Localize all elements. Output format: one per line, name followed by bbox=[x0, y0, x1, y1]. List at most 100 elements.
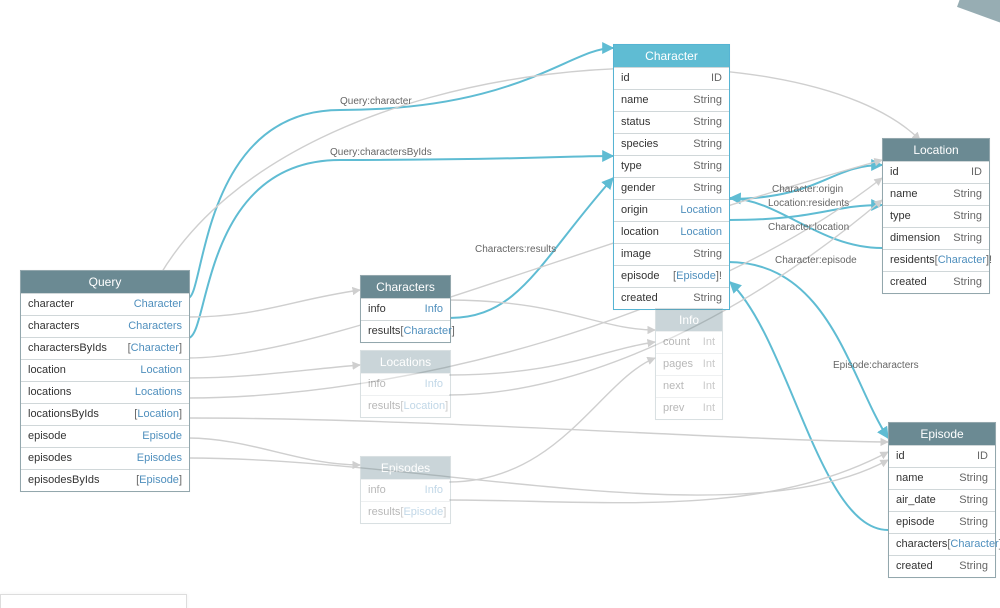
entity-title: Locations bbox=[361, 351, 450, 373]
field-row[interactable]: prevInt bbox=[656, 397, 722, 419]
field-row[interactable]: air_dateString bbox=[889, 489, 995, 511]
field-name: residents bbox=[890, 253, 935, 268]
field-name: episodes bbox=[28, 451, 72, 466]
field-name: episode bbox=[621, 269, 660, 284]
field-row[interactable]: idID bbox=[883, 161, 989, 183]
entity-title: Info bbox=[656, 309, 722, 331]
field-name: location bbox=[621, 225, 659, 240]
field-row[interactable]: episodeString bbox=[889, 511, 995, 533]
edge-label: Query:character bbox=[340, 96, 412, 107]
edge-label: Characters:results bbox=[475, 244, 556, 255]
field-name: next bbox=[663, 379, 684, 394]
field-name: type bbox=[890, 209, 911, 224]
field-row[interactable]: episodesEpisodes bbox=[21, 447, 189, 469]
field-name: dimension bbox=[890, 231, 940, 246]
field-row[interactable]: locationsByIds[Location] bbox=[21, 403, 189, 425]
field-row[interactable]: typeString bbox=[614, 155, 729, 177]
field-row[interactable]: infoInfo bbox=[361, 479, 450, 501]
field-row[interactable]: imageString bbox=[614, 243, 729, 265]
field-row[interactable]: countInt bbox=[656, 331, 722, 353]
field-row[interactable]: createdString bbox=[889, 555, 995, 577]
entity-title: Location bbox=[883, 139, 989, 161]
field-row[interactable]: infoInfo bbox=[361, 373, 450, 395]
entity-info[interactable]: InfocountIntpagesIntnextIntprevInt bbox=[655, 308, 723, 420]
entity-characters[interactable]: CharactersinfoInforesults[Character] bbox=[360, 275, 451, 343]
field-row[interactable]: charactersByIds[Character] bbox=[21, 337, 189, 359]
field-row[interactable]: episodeEpisode bbox=[21, 425, 189, 447]
field-name: episodesByIds bbox=[28, 473, 100, 488]
field-name: name bbox=[890, 187, 918, 202]
field-row[interactable]: episode[Episode]! bbox=[614, 265, 729, 287]
field-name: name bbox=[896, 471, 924, 486]
entity-locations[interactable]: LocationsinfoInforesults[Location] bbox=[360, 350, 451, 418]
edge-label: Episode:characters bbox=[833, 360, 919, 371]
field-row[interactable]: episodesByIds[Episode] bbox=[21, 469, 189, 491]
field-row[interactable]: residents[Character]! bbox=[883, 249, 989, 271]
field-name: episode bbox=[896, 515, 935, 530]
field-name: info bbox=[368, 302, 386, 317]
edge-label: Location:residents bbox=[768, 198, 849, 209]
field-name: locations bbox=[28, 385, 71, 400]
field-name: origin bbox=[621, 203, 648, 218]
field-row[interactable]: results[Location] bbox=[361, 395, 450, 417]
field-row[interactable]: dimensionString bbox=[883, 227, 989, 249]
field-name: pages bbox=[663, 357, 693, 372]
field-name: type bbox=[621, 159, 642, 174]
entity-episode[interactable]: EpisodeidIDnameStringair_dateStringepiso… bbox=[888, 422, 996, 578]
entity-title: Characters bbox=[361, 276, 450, 298]
field-row[interactable]: infoInfo bbox=[361, 298, 450, 320]
field-row[interactable]: createdString bbox=[883, 271, 989, 293]
entity-location[interactable]: LocationidIDnameStringtypeStringdimensio… bbox=[882, 138, 990, 294]
field-row[interactable]: locationLocation bbox=[614, 221, 729, 243]
entity-title: Episode bbox=[889, 423, 995, 445]
field-name: locationsByIds bbox=[28, 407, 99, 422]
field-name: created bbox=[890, 275, 927, 290]
edge-label: Character:episode bbox=[775, 255, 857, 266]
field-row[interactable]: nameString bbox=[883, 183, 989, 205]
field-name: id bbox=[896, 449, 905, 464]
field-row[interactable]: locationsLocations bbox=[21, 381, 189, 403]
field-row[interactable]: pagesInt bbox=[656, 353, 722, 375]
edge-label: Character:location bbox=[768, 222, 849, 233]
field-row[interactable]: nextInt bbox=[656, 375, 722, 397]
field-name: image bbox=[621, 247, 651, 262]
field-row[interactable]: charactersCharacters bbox=[21, 315, 189, 337]
field-name: character bbox=[28, 297, 74, 312]
field-row[interactable]: speciesString bbox=[614, 133, 729, 155]
entity-query[interactable]: QuerycharacterCharactercharactersCharact… bbox=[20, 270, 190, 492]
edge-label: Character:origin bbox=[772, 184, 843, 195]
field-name: characters bbox=[896, 537, 947, 552]
field-name: results bbox=[368, 505, 400, 520]
field-row[interactable]: createdString bbox=[614, 287, 729, 309]
field-row[interactable]: characters[Character]! bbox=[889, 533, 995, 555]
field-name: id bbox=[621, 71, 630, 86]
field-name: status bbox=[621, 115, 650, 130]
field-row[interactable]: originLocation bbox=[614, 199, 729, 221]
field-name: info bbox=[368, 483, 386, 498]
field-row[interactable]: statusString bbox=[614, 111, 729, 133]
field-row[interactable]: genderString bbox=[614, 177, 729, 199]
field-name: characters bbox=[28, 319, 79, 334]
entity-character[interactable]: CharacteridIDnameStringstatusStringspeci… bbox=[613, 44, 730, 310]
field-name: id bbox=[890, 165, 899, 180]
field-name: results bbox=[368, 399, 400, 414]
bottom-panel bbox=[0, 594, 187, 608]
field-name: results bbox=[368, 324, 400, 339]
field-name: name bbox=[621, 93, 649, 108]
field-row[interactable]: idID bbox=[889, 445, 995, 467]
field-name: gender bbox=[621, 181, 655, 196]
field-row[interactable]: locationLocation bbox=[21, 359, 189, 381]
field-row[interactable]: nameString bbox=[614, 89, 729, 111]
entity-title: Character bbox=[614, 45, 729, 67]
field-name: species bbox=[621, 137, 658, 152]
field-row[interactable]: nameString bbox=[889, 467, 995, 489]
field-name: count bbox=[663, 335, 690, 350]
field-name: info bbox=[368, 377, 386, 392]
field-row[interactable]: idID bbox=[614, 67, 729, 89]
field-row[interactable]: typeString bbox=[883, 205, 989, 227]
field-row[interactable]: characterCharacter bbox=[21, 293, 189, 315]
field-row[interactable]: results[Episode] bbox=[361, 501, 450, 523]
field-row[interactable]: results[Character] bbox=[361, 320, 450, 342]
entity-episodes[interactable]: EpisodesinfoInforesults[Episode] bbox=[360, 456, 451, 524]
field-name: episode bbox=[28, 429, 67, 444]
